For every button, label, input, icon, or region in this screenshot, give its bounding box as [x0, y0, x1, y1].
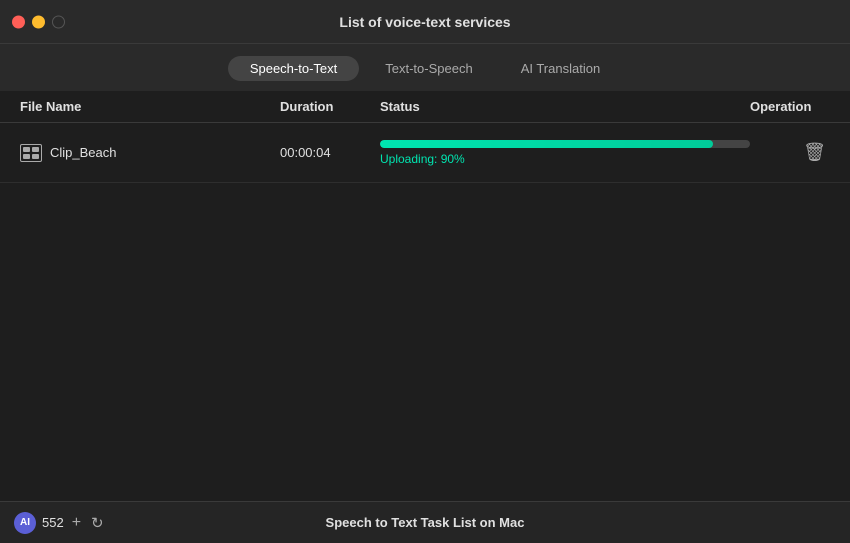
tab-speech-to-text[interactable]: Speech-to-Text: [228, 56, 359, 81]
file-icon-cell: [23, 147, 30, 152]
file-icon-cell: [32, 147, 39, 152]
col-header-operation: Operation: [750, 99, 830, 114]
duration-value: 00:00:04: [280, 145, 331, 160]
window-title: List of voice-text services: [339, 14, 510, 30]
col-header-filename: File Name: [20, 99, 280, 114]
credit-count: 552: [42, 515, 64, 530]
table-body: Clip_Beach 00:00:04 Uploading: 90% 🗑: [0, 123, 850, 501]
minimize-button[interactable]: [32, 15, 45, 28]
tab-bar: Speech-to-Text Text-to-Speech AI Transla…: [0, 44, 850, 91]
bottom-title: Speech to Text Task List on Mac: [326, 515, 525, 530]
table-header: File Name Duration Status Operation: [0, 91, 850, 123]
file-icon: [20, 144, 42, 162]
table-row: Clip_Beach 00:00:04 Uploading: 90% 🗑: [0, 123, 850, 183]
col-header-duration: Duration: [280, 99, 380, 114]
add-credits-button[interactable]: +: [70, 514, 83, 532]
operation-cell: 🗑: [750, 138, 830, 167]
duration-cell: 00:00:04: [280, 145, 380, 160]
tab-ai-translation[interactable]: AI Translation: [499, 56, 623, 81]
traffic-lights: [12, 15, 65, 28]
tab-text-to-speech[interactable]: Text-to-Speech: [363, 56, 494, 81]
delete-button[interactable]: 🗑: [799, 138, 830, 167]
bottom-left-section: AI 552 + ↻: [14, 512, 106, 534]
close-button[interactable]: [12, 15, 25, 28]
file-icon-cell: [32, 154, 39, 159]
refresh-button[interactable]: ↻: [89, 514, 106, 532]
status-text: Uploading: 90%: [380, 152, 750, 166]
title-bar: List of voice-text services: [0, 0, 850, 44]
bottom-bar: AI 552 + ↻ Speech to Text Task List on M…: [0, 501, 850, 543]
col-header-status: Status: [380, 99, 750, 114]
table-area: File Name Duration Status Operation Clip…: [0, 91, 850, 501]
file-name-cell: Clip_Beach: [20, 144, 280, 162]
ai-badge: AI: [14, 512, 36, 534]
maximize-button[interactable]: [52, 15, 65, 28]
status-cell: Uploading: 90%: [380, 140, 750, 166]
file-name-text: Clip_Beach: [50, 145, 117, 160]
file-icon-cell: [23, 154, 30, 159]
progress-bar-bg: [380, 140, 750, 148]
progress-bar-fill: [380, 140, 713, 148]
